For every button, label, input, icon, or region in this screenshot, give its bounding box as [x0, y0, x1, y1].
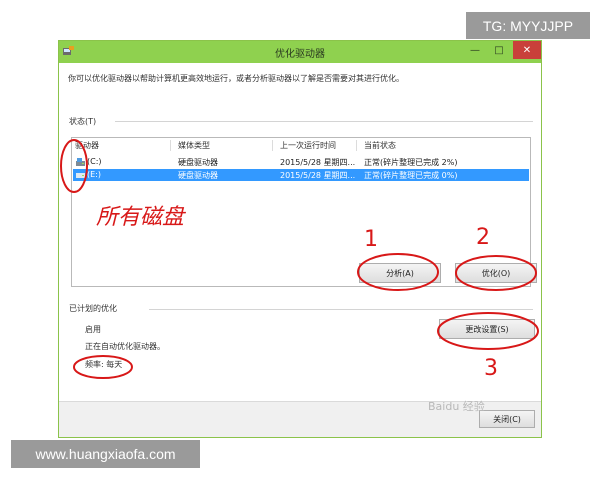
- scheduled-optimization-label: 已计划的优化: [69, 304, 117, 313]
- column-header-state[interactable]: 当前状态: [364, 140, 396, 151]
- column-separator: [356, 140, 357, 151]
- baidu-jingyan-watermark: Baidu 经验: [428, 400, 485, 413]
- hard-drive-icon: [76, 173, 85, 178]
- column-header-last-run[interactable]: 上一次运行时间: [280, 140, 336, 151]
- schedule-frequency: 频率: 每天: [85, 360, 123, 369]
- schedule-state: 启用: [85, 325, 101, 334]
- optimize-drives-window: 优化驱动器 — □ ✕ 你可以优化驱动器以帮助计算机更高效地运行，或者分析驱动器…: [58, 40, 542, 438]
- watermark-tag-top: TG: MYYJJPP: [466, 12, 590, 39]
- watermark-bottom-text: www.huangxiaofa.com: [35, 446, 176, 462]
- maximize-button[interactable]: □: [487, 41, 511, 59]
- status-label: 状态(T): [69, 117, 97, 126]
- drive-row-c[interactable]: (C:) 硬盘驱动器 2015/5/28 星期四... 正常(碎片整理已完成 2…: [73, 156, 529, 168]
- drive-row-e[interactable]: (E:) 硬盘驱动器 2015/5/28 星期四... 正常(碎片整理已完成 0…: [73, 169, 529, 181]
- drive-name: (E:): [87, 170, 101, 179]
- media-type: 硬盘驱动器: [178, 158, 218, 167]
- schedule-detail: 正在自动优化驱动器。: [85, 342, 165, 351]
- column-separator: [170, 140, 171, 151]
- description-text: 你可以优化驱动器以帮助计算机更高效地运行，或者分析驱动器以了解是否需要对其进行优…: [68, 74, 404, 83]
- current-status: 正常(碎片整理已完成 0%): [364, 171, 458, 180]
- column-header-drive[interactable]: 驱动器: [75, 140, 99, 151]
- hard-drive-icon: [76, 158, 85, 166]
- analyze-button[interactable]: 分析(A): [359, 263, 441, 283]
- optimize-button[interactable]: 优化(O): [455, 263, 537, 283]
- status-divider: [115, 121, 533, 122]
- close-button[interactable]: 关闭(C): [479, 410, 535, 428]
- last-run-time: 2015/5/28 星期四...: [280, 171, 356, 180]
- media-type: 硬盘驱动器: [178, 171, 218, 180]
- watermark-top-text: TG: MYYJJPP: [482, 17, 574, 34]
- scheduled-divider: [149, 309, 533, 310]
- column-separator: [272, 140, 273, 151]
- watermark-tag-bottom: www.huangxiaofa.com: [11, 440, 200, 468]
- title-bar: 优化驱动器 — □ ✕: [59, 41, 541, 63]
- drive-name: (C:): [87, 157, 102, 166]
- column-header-media[interactable]: 媒体类型: [178, 140, 210, 151]
- minimize-button[interactable]: —: [463, 41, 487, 59]
- last-run-time: 2015/5/28 星期四...: [280, 158, 356, 167]
- change-settings-button[interactable]: 更改设置(S): [439, 319, 535, 339]
- current-status: 正常(碎片整理已完成 2%): [364, 158, 458, 167]
- close-window-button[interactable]: ✕: [513, 41, 541, 59]
